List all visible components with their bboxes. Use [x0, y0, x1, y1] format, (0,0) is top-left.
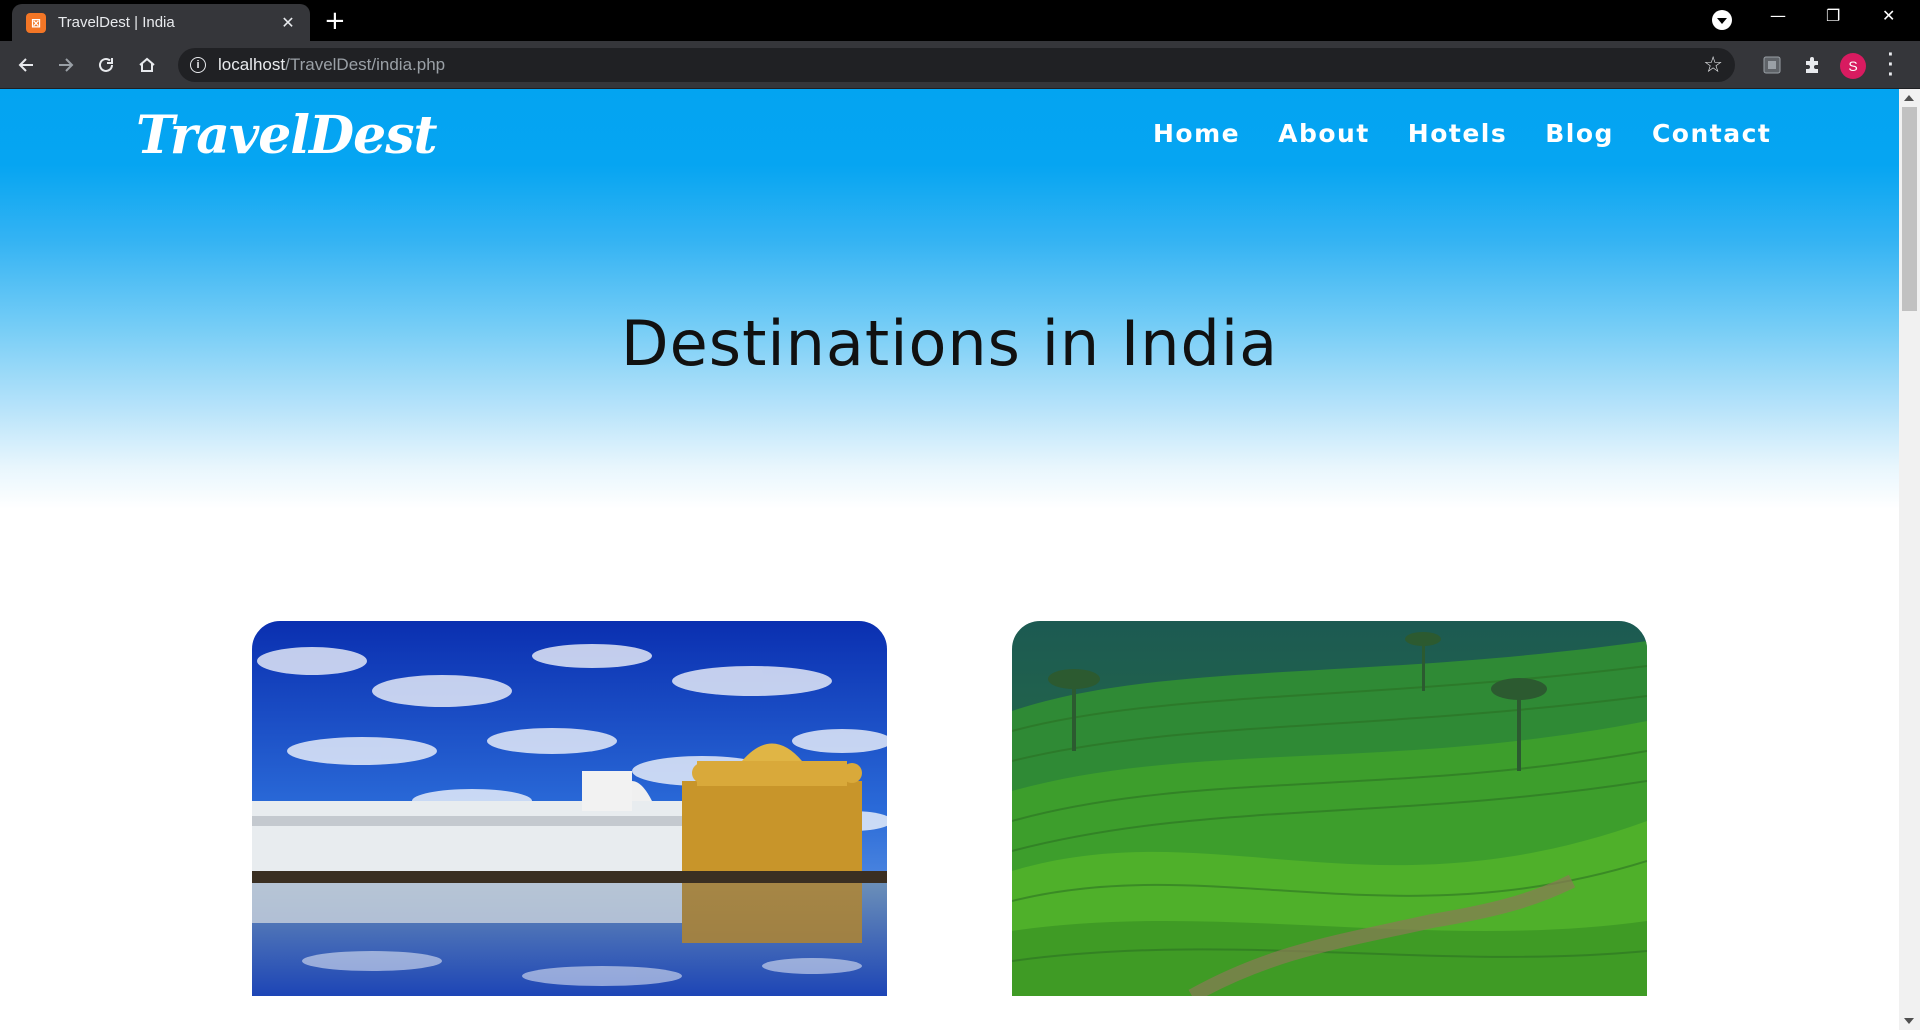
scrollbar-thumb[interactable] — [1902, 107, 1917, 311]
url-path: /TravelDest/india.php — [285, 55, 446, 74]
site-logo[interactable]: TravelDest — [136, 105, 438, 166]
xampp-favicon-icon: ⊠ — [26, 12, 46, 33]
browser-menu-icon[interactable]: · · · — [1886, 45, 1896, 85]
profile-avatar[interactable]: S — [1840, 53, 1866, 79]
new-tab-icon[interactable]: + — [324, 8, 346, 34]
site-info-icon[interactable]: i — [190, 57, 206, 73]
nav-about[interactable]: About — [1278, 119, 1370, 148]
browser-tab[interactable]: ⊠ TravelDest | India ✕ — [12, 4, 310, 41]
tab-close-icon[interactable]: ✕ — [278, 13, 298, 32]
page-title: Destinations in India — [620, 307, 1279, 380]
minimize-icon[interactable]: — — [1770, 6, 1786, 25]
back-icon[interactable] — [12, 51, 40, 79]
forward-icon[interactable] — [52, 51, 80, 79]
tab-search-icon[interactable] — [1712, 10, 1732, 30]
reload-icon[interactable] — [92, 51, 120, 79]
tab-title: TravelDest | India — [58, 14, 175, 31]
extension-icon[interactable] — [1762, 55, 1782, 80]
page-viewport: TravelDest Home About Hotels Blog Contac… — [0, 89, 1899, 1030]
close-window-icon[interactable]: ✕ — [1882, 6, 1895, 25]
golden-temple-image — [252, 621, 887, 996]
nav-home[interactable]: Home — [1153, 119, 1240, 148]
restore-icon[interactable]: ❐ — [1826, 6, 1840, 25]
nav-contact[interactable]: Contact — [1652, 119, 1771, 148]
hero-section: TravelDest Home About Hotels Blog Contac… — [0, 89, 1899, 509]
url-host: localhost — [218, 55, 286, 74]
destination-card-tea-plantation[interactable] — [1012, 621, 1647, 996]
main-nav: Home About Hotels Blog Contact — [1153, 119, 1771, 148]
nav-hotels[interactable]: Hotels — [1408, 119, 1507, 148]
scroll-down-arrow-icon[interactable] — [1904, 1018, 1914, 1024]
browser-toolbar: i localhost/TravelDest/india.php ☆ — [0, 41, 1920, 89]
tea-plantation-image — [1012, 621, 1647, 996]
extensions-puzzle-icon[interactable] — [1802, 55, 1822, 80]
bookmark-star-icon[interactable]: ☆ — [1703, 53, 1723, 78]
nav-blog[interactable]: Blog — [1545, 119, 1614, 148]
home-icon[interactable] — [133, 51, 161, 79]
destination-card-golden-temple[interactable] — [252, 621, 887, 996]
page-scrollbar[interactable] — [1899, 89, 1920, 1030]
address-bar[interactable]: i localhost/TravelDest/india.php ☆ — [178, 48, 1735, 82]
browser-tabstrip: ⊠ TravelDest | India ✕ + — ❐ ✕ — [0, 0, 1920, 41]
scroll-up-arrow-icon[interactable] — [1904, 95, 1914, 101]
